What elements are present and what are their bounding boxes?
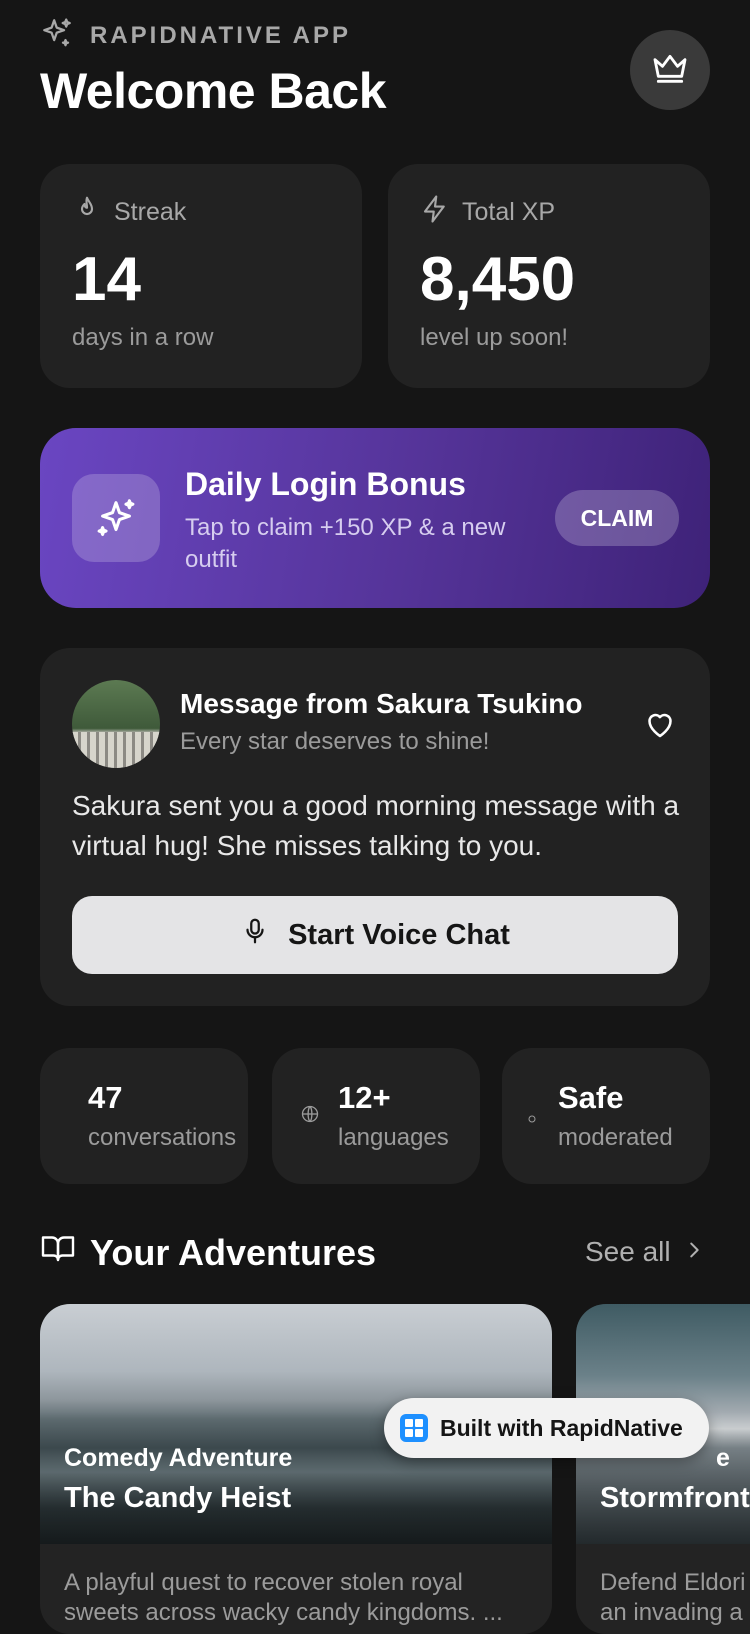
start-voice-chat-button[interactable]: Start Voice Chat [72,896,678,974]
book-icon [40,1230,76,1275]
chevron-right-icon [683,1236,705,1268]
see-all-link[interactable]: See all [585,1236,705,1268]
safety-label: moderated [558,1124,673,1151]
sparkle-icon [40,16,74,55]
message-card: Message from Sakura Tsukino Every star d… [40,648,710,1006]
conversations-value: 47 [88,1080,123,1115]
adventures-header: Your Adventures [40,1230,376,1275]
sparkle-icon [72,474,160,562]
adventure-description: Defend Eldori an invading a [600,1569,746,1626]
claim-button[interactable]: CLAIM [555,490,679,546]
conversations-stat: 47 conversations [40,1048,248,1184]
microphone-icon [240,916,270,954]
streak-subtitle: days in a row [72,324,214,351]
badge-label: Built with RapidNative [440,1414,683,1441]
brand-row: RAPIDNATIVE APP [40,16,351,55]
daily-bonus-banner[interactable]: Daily Login Bonus Tap to claim +150 XP &… [40,428,710,608]
bonus-title: Daily Login Bonus [185,466,466,502]
shield-icon [528,1110,536,1128]
page-title: Welcome Back [40,63,387,119]
message-title: Message from Sakura Tsukino [180,688,583,719]
safety-stat: Safe moderated [502,1048,710,1184]
adventure-category: Comedy Adventure [64,1444,293,1472]
avatar [72,680,160,768]
favorite-button[interactable] [640,706,680,746]
languages-stat: 12+ languages [272,1048,480,1184]
languages-label: languages [338,1124,449,1151]
bonus-subtitle: Tap to claim +150 XP & a new outfit [185,514,506,573]
streak-value: 14 [72,245,141,314]
conversations-label: conversations [88,1124,237,1151]
adventure-card[interactable]: e Stormfront Defend Eldori an invading a [576,1304,750,1634]
adventure-description: A playful quest to recover stolen royal … [64,1569,503,1626]
adventures-heading: Your Adventures [90,1231,377,1273]
languages-value: 12+ [338,1080,391,1115]
streak-label: Streak [114,198,187,226]
adventure-card[interactable]: Comedy Adventure The Candy Heist A playf… [40,1304,552,1634]
xp-subtitle: level up soon! [420,324,569,351]
built-with-badge[interactable]: Built with RapidNative [384,1398,709,1458]
lightning-icon [420,194,450,231]
heart-icon [642,706,678,747]
adventure-title: The Candy Heist [64,1482,292,1514]
message-subtitle: Every star deserves to shine! [180,728,490,755]
adventure-category: e [716,1444,730,1472]
rapidnative-logo-icon [400,1414,428,1442]
brand-label: RAPIDNATIVE APP [90,21,352,49]
streak-card: Streak 14 days in a row [40,164,362,388]
message-body: Sakura sent you a good morning message w… [72,790,680,861]
crown-icon [650,48,690,93]
xp-value: 8,450 [420,245,576,314]
voice-button-label: Start Voice Chat [288,918,510,951]
xp-card: Total XP 8,450 level up soon! [388,164,710,388]
safety-value: Safe [558,1080,624,1115]
see-all-label: See all [585,1236,671,1267]
flame-icon [72,194,102,231]
adventure-title: Stormfront [600,1482,750,1514]
premium-button[interactable] [630,30,710,110]
xp-label: Total XP [462,198,556,226]
globe-icon [300,1104,320,1129]
